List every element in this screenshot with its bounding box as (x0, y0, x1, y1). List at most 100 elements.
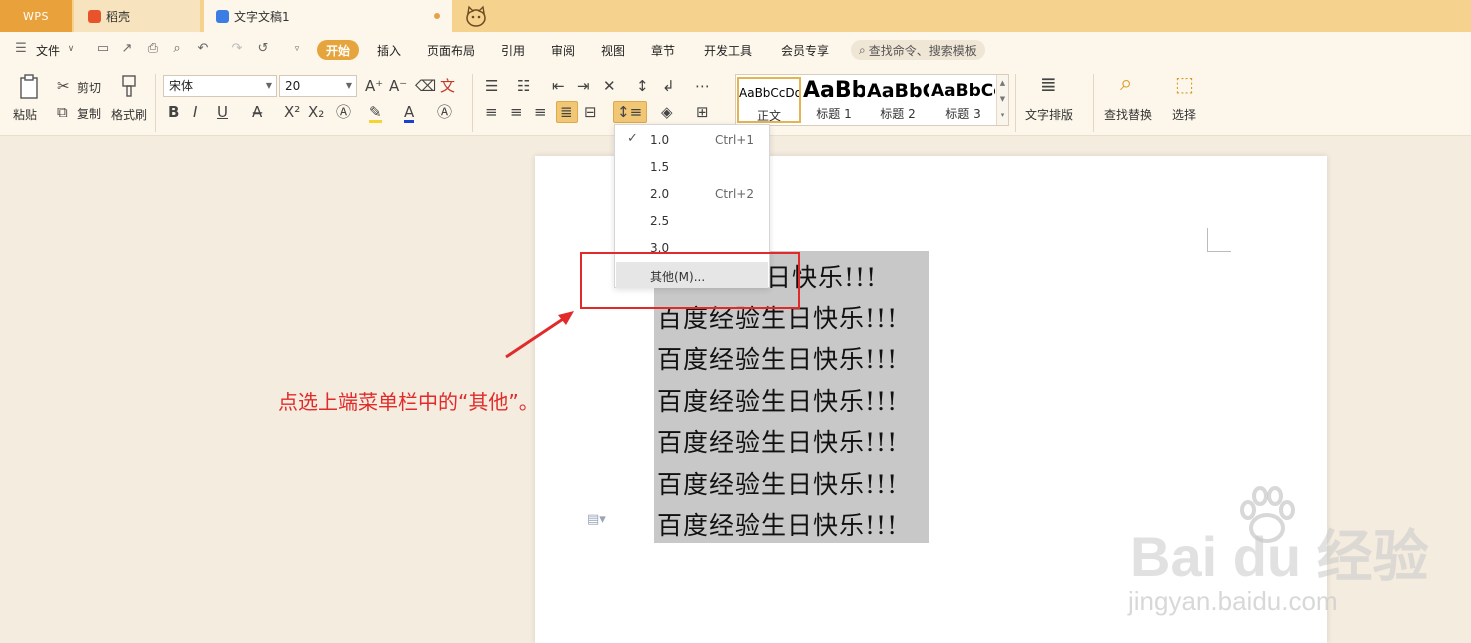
menu-bar: ☰ 文件 ∨ ▭ ↗ ⎙ ⌕ ↶ ↷ ↺ ▿ 开始 插入 页面布局 引用 审阅 … (0, 32, 1471, 66)
tab-developer[interactable]: 开发工具 (704, 40, 752, 60)
style-name: 正文 (756, 109, 781, 123)
styles-gallery: AaBbCcDd 正文 AaBb 标题 1 AaBbC 标题 2 AaBbCc … (735, 74, 1009, 126)
format-painter-icon[interactable] (118, 74, 140, 100)
shrink-font-icon[interactable]: A⁻ (389, 78, 407, 94)
text-layout-icon[interactable]: ≣ (1040, 74, 1057, 94)
style-normal[interactable]: AaBbCcDd 正文 (737, 77, 801, 123)
menu-item-label: 2.5 (650, 214, 670, 228)
increase-indent-icon[interactable]: ⇥ (577, 78, 590, 94)
tab-wps[interactable]: WPS (0, 0, 72, 32)
highlight-icon[interactable]: ✎ (369, 104, 382, 123)
document-line[interactable]: 百度经验生日快乐!!! (657, 423, 898, 459)
style-heading-1[interactable]: AaBb 标题 1 (803, 77, 865, 123)
numbered-list-icon[interactable]: ☷ (517, 78, 530, 94)
document-line[interactable]: 百度经验生日快乐!!! (657, 340, 898, 376)
highlight-box (580, 252, 800, 309)
superscript-icon[interactable]: X² (284, 104, 300, 120)
tab-daoke[interactable]: 稻壳 (74, 0, 200, 32)
bold-icon[interactable]: B (168, 104, 179, 120)
line-spacing-button[interactable]: ↕≡ (613, 101, 647, 123)
chevron-down-icon: ▼ (265, 81, 272, 90)
align-right-icon[interactable]: ≡ (534, 104, 547, 120)
tab-wps-label: WPS (23, 9, 49, 23)
document-line[interactable]: 百度经验生日快乐!!! (657, 382, 898, 418)
copy-icon: ⧉ (57, 103, 68, 121)
styles-scroll[interactable]: ▲ ▼ ▾ (996, 75, 1008, 125)
tab-view[interactable]: 视图 (601, 40, 625, 60)
menu-item-label: 2.0 (650, 187, 670, 201)
print-icon[interactable]: ⎙ (146, 42, 160, 56)
redo-icon[interactable]: ↷ (230, 42, 244, 56)
justify-icon: ≣ (560, 103, 573, 121)
phonetic-guide-icon[interactable]: 文 (440, 78, 455, 94)
strikethrough-icon[interactable]: A̶ (252, 104, 262, 120)
find-replace-button[interactable]: 查找替换 (1104, 106, 1152, 123)
print-preview-icon[interactable]: ⌕ (170, 42, 184, 56)
format-painter-button[interactable]: 格式刷 (111, 106, 147, 123)
repeat-icon[interactable]: ↺ (256, 42, 270, 56)
file-menu[interactable]: 文件 (36, 40, 60, 60)
subscript-icon[interactable]: X₂ (308, 104, 324, 120)
tab-review[interactable]: 审阅 (551, 40, 575, 60)
align-left-icon[interactable]: ≡ (485, 104, 498, 120)
document-line[interactable]: 百度经验生日快乐!!! (657, 506, 898, 542)
cut-button[interactable]: 剪切 (77, 79, 101, 96)
tab-insert[interactable]: 插入 (377, 40, 401, 60)
select-button[interactable]: 选择 (1172, 106, 1196, 123)
tab-page-layout[interactable]: 页面布局 (427, 40, 475, 60)
document-line[interactable]: 百度经验生日快乐!!! (657, 465, 898, 501)
export-icon[interactable]: ↗ (120, 42, 134, 56)
clear-format-icon[interactable]: ⌫ (415, 78, 436, 94)
tab-home[interactable]: 开始 (317, 40, 360, 60)
font-color-icon[interactable]: A (404, 104, 415, 123)
borders-icon[interactable]: ⊞ (696, 104, 709, 120)
menu-item-2-5[interactable]: 2.5 (616, 208, 768, 234)
paragraph-layout-icon[interactable]: ▤▾ (587, 512, 606, 527)
menu-item-label: 1.5 (650, 160, 670, 174)
distributed-icon[interactable]: ⊟ (584, 104, 597, 120)
font-name-value: 宋体 (169, 79, 194, 93)
menu-item-2-0[interactable]: 2.0 Ctrl+2 (616, 181, 768, 207)
undo-icon[interactable]: ↶ (196, 42, 210, 56)
divider (155, 74, 156, 132)
bullet-list-icon[interactable]: ☰ (485, 78, 498, 94)
font-name-select[interactable]: 宋体 ▼ (163, 75, 277, 97)
save-icon[interactable]: ▭ (96, 42, 110, 56)
divider (1093, 74, 1094, 132)
paste-button[interactable]: 粘贴 (13, 106, 37, 123)
chevron-down-icon[interactable]: ∨ (64, 42, 78, 56)
font-size-value: 20 (285, 79, 301, 93)
tab-references[interactable]: 引用 (501, 40, 525, 60)
style-heading-2[interactable]: AaBbC 标题 2 (867, 77, 929, 123)
style-preview: AaBbCc (931, 81, 995, 101)
chinese-layout-icon[interactable]: ✕ (603, 78, 616, 94)
tab-document[interactable]: 文字文稿1 (204, 0, 452, 32)
tab-chapter[interactable]: 章节 (651, 40, 675, 60)
grow-font-icon[interactable]: A⁺ (365, 78, 383, 94)
customize-toolbar-icon[interactable]: ▿ (290, 42, 304, 56)
align-center-icon[interactable]: ≡ (510, 104, 523, 120)
select-icon[interactable]: ⬚ (1175, 74, 1194, 94)
underline-icon[interactable]: U (217, 104, 228, 120)
hamburger-icon[interactable]: ☰ (14, 42, 28, 56)
mascot-icon[interactable] (464, 4, 488, 28)
font-size-select[interactable]: 20 ▼ (279, 75, 357, 97)
paste-icon[interactable] (18, 74, 42, 100)
text-effect-icon[interactable]: Ⓐ (336, 104, 351, 120)
table-of-contents-icon[interactable]: ⋯ (695, 78, 710, 94)
find-icon[interactable]: ⌕ (1120, 73, 1132, 95)
tab-member[interactable]: 会员专享 (781, 40, 829, 60)
copy-button[interactable]: 复制 (77, 105, 101, 122)
command-search[interactable]: ⌕ 查找命令、搜索模板 (851, 40, 985, 60)
sort-icon[interactable]: ↕ (636, 78, 649, 94)
decrease-indent-icon[interactable]: ⇤ (552, 78, 565, 94)
italic-icon[interactable]: I (193, 104, 197, 120)
char-border-icon[interactable]: Ⓐ (437, 104, 452, 120)
text-layout-button[interactable]: 文字排版 (1025, 106, 1073, 123)
show-marks-icon[interactable]: ↲ (662, 78, 675, 94)
style-heading-3[interactable]: AaBbCc 标题 3 (931, 77, 995, 123)
menu-item-1-5[interactable]: 1.5 (616, 154, 768, 180)
justify-button[interactable]: ≣ (556, 101, 578, 123)
menu-item-1-0[interactable]: ✓ 1.0 Ctrl+1 (616, 127, 768, 153)
shading-icon[interactable]: ◈ (661, 104, 673, 120)
